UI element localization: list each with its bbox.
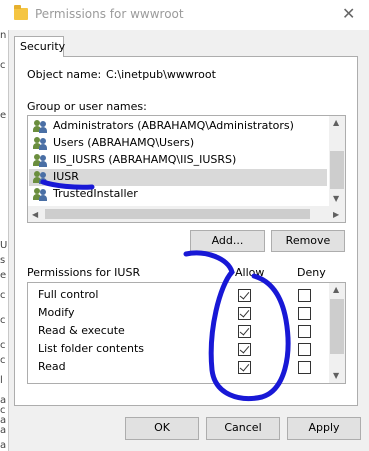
deny-checkbox[interactable] (298, 343, 311, 356)
user-group-icon (33, 187, 49, 201)
permission-row: List folder contents (38, 342, 144, 360)
user-name: TrustedInstaller (53, 187, 138, 200)
allow-checkbox[interactable] (238, 307, 251, 320)
background-text: c (0, 340, 6, 351)
perm-scroll-down-icon[interactable]: ▼ (333, 371, 339, 380)
permission-row: Read (38, 360, 66, 378)
ok-button[interactable]: OK (125, 417, 199, 440)
permissions-label: Permissions for IUSR (27, 266, 141, 279)
permissions-list: Full control Modify Read & execute List fol… (27, 282, 346, 384)
user-group-icon (33, 136, 49, 150)
background-text: c (0, 60, 6, 71)
user-name: Users (ABRAHAMQ\Users) (53, 136, 195, 149)
scroll-down-icon[interactable]: ▼ (333, 194, 339, 203)
background-text: n (0, 30, 7, 41)
deny-checkbox[interactable] (298, 307, 311, 320)
background-window-strip: nceUsecccclacaaa (0, 0, 9, 451)
background-text: a (0, 425, 7, 436)
scroll-up-icon[interactable]: ▲ (333, 118, 339, 127)
perm-scroll-thumb[interactable] (330, 299, 344, 354)
deny-checkbox[interactable] (298, 361, 311, 374)
scroll-right-icon[interactable]: ▶ (333, 210, 339, 219)
deny-header: Deny (297, 266, 326, 279)
user-listbox[interactable]: Administrators (ABRAHAMQ\Administrators)… (27, 115, 346, 223)
user-group-icon (33, 170, 49, 184)
user-group-icon (33, 153, 49, 167)
user-name: IIS_IUSRS (ABRAHAMQ\IIS_IUSRS) (53, 153, 237, 166)
background-text: c (0, 290, 6, 301)
apply-button[interactable]: Apply (287, 417, 361, 440)
cancel-button[interactable]: Cancel (206, 417, 280, 440)
allow-checkbox[interactable] (238, 361, 251, 374)
background-text: l (0, 375, 3, 386)
permission-row: Read & execute (38, 324, 125, 342)
perm-scroll-up-icon[interactable]: ▲ (333, 285, 339, 294)
close-icon[interactable]: ✕ (342, 4, 355, 23)
permission-name: List folder contents (38, 342, 144, 355)
background-text: s (0, 255, 6, 266)
background-text: e (0, 270, 7, 281)
scroll-thumb[interactable] (330, 151, 344, 189)
allow-checkbox[interactable] (238, 289, 251, 302)
folder-icon (14, 5, 28, 20)
permission-name: Read (38, 360, 66, 373)
allow-checkbox[interactable] (238, 343, 251, 356)
horizontal-scroll-thumb[interactable] (45, 209, 310, 219)
tab-security[interactable]: Security (14, 36, 66, 57)
group-names-label: Group or user names: (27, 100, 147, 113)
scroll-left-icon[interactable]: ◀ (32, 210, 38, 219)
permission-name: Read & execute (38, 324, 125, 337)
window-title: Permissions for wwwroot (35, 7, 184, 21)
user-group-icon (33, 119, 49, 133)
tab-label: Security (20, 40, 66, 53)
background-text: c (0, 315, 6, 326)
remove-button[interactable]: Remove (271, 230, 345, 252)
allow-header: Allow (235, 266, 265, 279)
permission-row: Full control (38, 288, 98, 306)
deny-checkbox[interactable] (298, 289, 311, 302)
background-text: U (0, 240, 8, 251)
user-name: Administrators (ABRAHAMQ\Administrators) (53, 119, 294, 132)
user-name: IUSR (53, 170, 79, 183)
object-name-value: C:\inetpub\wwwroot (106, 68, 216, 81)
background-text: a (0, 440, 7, 451)
object-name-label: Object name: (27, 68, 102, 81)
permission-name: Full control (38, 288, 99, 301)
deny-checkbox[interactable] (298, 325, 311, 338)
permission-row: Modify (38, 306, 74, 324)
background-text: c (0, 355, 6, 366)
background-text: e (0, 110, 7, 121)
add-button[interactable]: Add... (190, 230, 265, 252)
allow-checkbox[interactable] (238, 325, 251, 338)
permission-name: Modify (38, 306, 75, 319)
